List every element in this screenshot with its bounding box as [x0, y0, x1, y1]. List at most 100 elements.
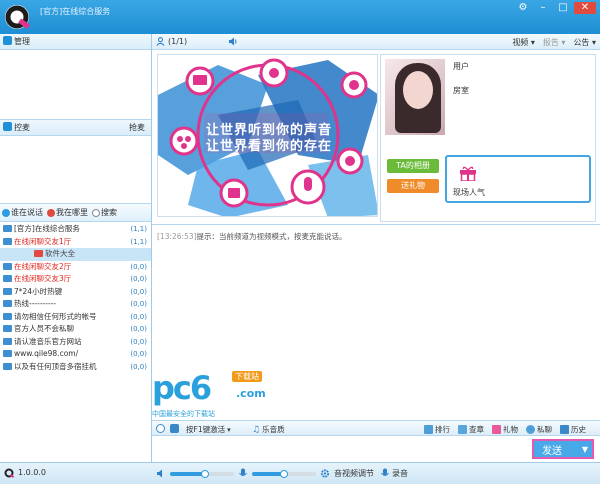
gift-button[interactable]: 礼物: [492, 424, 518, 435]
volume-slider-fill: [170, 472, 205, 476]
av-settings-gear-icon[interactable]: [320, 468, 330, 479]
room-name: 热线----------: [14, 299, 57, 308]
video-menu[interactable]: 视频 ▾: [512, 37, 535, 48]
host-avatar[interactable]: [385, 59, 445, 135]
room-name: 以及有任何顶音多宿挂机: [14, 361, 97, 371]
room-list-item[interactable]: 官方人员不会私聊 (0,0): [0, 323, 151, 336]
avatar-face: [403, 71, 433, 109]
ranking-button[interactable]: 排行: [424, 424, 450, 435]
admin-list[interactable]: [0, 50, 151, 120]
bottom-volume-icon[interactable]: [156, 468, 166, 479]
version-label: 1.0.0.0: [18, 468, 46, 477]
minimize-icon[interactable]: –: [534, 2, 552, 14]
hotkey-label: 按F1键激活: [186, 425, 226, 434]
close-icon[interactable]: ✕: [574, 2, 596, 14]
room-list-item[interactable]: 在线闲聊交友2厅 (0,0): [0, 261, 151, 274]
tab-who-speaking-label: 谁在说话: [11, 208, 43, 217]
tab-search[interactable]: 搜索: [92, 207, 117, 218]
send-dropdown-icon[interactable]: ▼: [582, 445, 588, 454]
report-menu[interactable]: 报告 ▾: [543, 37, 566, 48]
room-list-item[interactable]: [官方]在线综合服务 (1,1): [0, 223, 151, 236]
tab-where-am-i-label: 我在哪里: [56, 208, 88, 217]
room-list-item[interactable]: 请认准音乐官方网站 (0,0): [0, 336, 151, 349]
room-tabs: 谁在说话 我在哪里 搜索: [0, 204, 151, 222]
room-icon: [3, 237, 12, 245]
mic-queue-list[interactable]: [0, 136, 151, 204]
room-icon: [3, 225, 12, 232]
room-list-item[interactable]: 7*24小时热键 (0,0): [0, 286, 151, 299]
tab-who-speaking[interactable]: 谁在说话: [2, 207, 43, 218]
record-mic-icon[interactable]: [380, 468, 390, 479]
tab-where-am-i[interactable]: 我在哪里: [47, 207, 88, 218]
maximize-icon[interactable]: □: [554, 2, 572, 14]
room-name: www.qile98.com/: [14, 349, 79, 358]
bottom-logo-icon: [4, 468, 15, 478]
room-list-item[interactable]: 请勿相信任何形式的帐号 (0,0): [0, 311, 151, 324]
message-input[interactable]: 发送 ▼: [152, 436, 600, 462]
chat-area[interactable]: [13:26:53]提示：当前频道为视频模式，按麦克能说话。 pc6 下载站 .…: [152, 224, 600, 420]
toolbar-gift-icon: [492, 425, 501, 434]
room-user-count: (1,1): [130, 225, 147, 233]
private-chat-button[interactable]: 私聊: [526, 424, 552, 435]
room-icon: [3, 287, 12, 295]
room-list-item[interactable]: 在线闲聊交友3厅 (0,0): [0, 273, 151, 286]
room-list-item[interactable]: 在线闲聊交友1厅 (1,1): [0, 236, 151, 249]
hotkey-button[interactable]: 按F1键激活 ▾: [186, 424, 231, 435]
emoji-button[interactable]: [156, 424, 165, 433]
admin-header: 管理: [0, 34, 151, 50]
music-note-icon: ♫: [252, 424, 261, 435]
room-user-count: (0,0): [130, 300, 147, 308]
room-icon: [3, 300, 12, 307]
admin-icon: [3, 36, 12, 45]
volume-icon[interactable]: [228, 37, 238, 46]
stamp-button[interactable]: 查章: [458, 424, 484, 435]
watermark-slogan: 中国最安全的下载站: [152, 410, 215, 418]
room-user-count: (0,0): [130, 312, 147, 321]
private-chat-label: 私聊: [537, 425, 552, 434]
send-button[interactable]: 发送 ▼: [532, 439, 594, 459]
send-gift-button[interactable]: 送礼物: [387, 179, 439, 193]
main-panel: (1/1) 视频 ▾ 报告 ▾ 公告 ▾ 让世界听到你的声音 让世界看到你的存在…: [152, 34, 600, 462]
volume-slider[interactable]: [170, 470, 234, 478]
mic-slider-handle[interactable]: [280, 470, 288, 478]
room-name: 在线闲聊交友2厅: [14, 261, 72, 271]
pc6-watermark: pc6 下载站 .com 中国最安全的下载站: [152, 365, 302, 421]
room-user-count: (0,0): [130, 262, 147, 271]
ranking-label: 排行: [435, 425, 450, 434]
gift-label: 礼物: [503, 425, 518, 434]
album-button[interactable]: TA的相册: [387, 159, 439, 173]
admin-label: 管理: [14, 37, 30, 46]
record-button[interactable]: 录音: [392, 468, 408, 479]
stamp-label: 查章: [469, 425, 484, 434]
app-logo-icon: [5, 5, 31, 29]
settings-gear-icon[interactable]: ⚙: [514, 2, 532, 14]
volume-slider-handle[interactable]: [201, 470, 209, 478]
mic-control-icon: [3, 122, 12, 131]
av-settings-button[interactable]: 音视频调节: [334, 468, 374, 479]
room-list-item[interactable]: www.qile98.com/ (0,0): [0, 348, 151, 361]
notice-menu[interactable]: 公告 ▾: [573, 37, 596, 48]
room-user-count: (0,0): [130, 287, 147, 296]
mic-volume-slider[interactable]: [252, 470, 316, 478]
room-name: 官方人员不会私聊: [14, 324, 74, 333]
room-icon: [3, 337, 12, 345]
room-icon: [3, 325, 12, 332]
room-list-item[interactable]: 软件大全: [0, 248, 151, 261]
promo-banner: 让世界听到你的声音 让世界看到你的存在: [157, 54, 378, 217]
top-links: 视频 ▾ 报告 ▾ 公告 ▾: [512, 37, 596, 48]
window-controls: ⚙ – □ ✕: [514, 2, 596, 14]
sound-quality-button[interactable]: ♫ 乐音质: [252, 424, 285, 435]
font-button[interactable]: [170, 424, 179, 433]
chat-message: [13:26:53]提示：当前频道为视频模式，按麦克能说话。: [157, 231, 347, 242]
history-button[interactable]: 历史: [560, 424, 586, 435]
room-list-item[interactable]: 热线---------- (0,0): [0, 298, 151, 311]
grab-mic-button[interactable]: 抢麦: [129, 120, 145, 136]
microphone-icon[interactable]: [238, 468, 248, 479]
room-user-count: (0,0): [130, 275, 147, 283]
chat-text: 提示：当前频道为视频模式，按麦克能说话。: [196, 232, 347, 241]
private-chat-icon: [526, 425, 535, 434]
chat-timestamp: [13:26:53]: [157, 232, 197, 241]
room-list-item[interactable]: 以及有任何顶音多宿挂机 (0,0): [0, 361, 151, 374]
room-icon: [3, 362, 12, 370]
room-icon: [3, 312, 12, 320]
